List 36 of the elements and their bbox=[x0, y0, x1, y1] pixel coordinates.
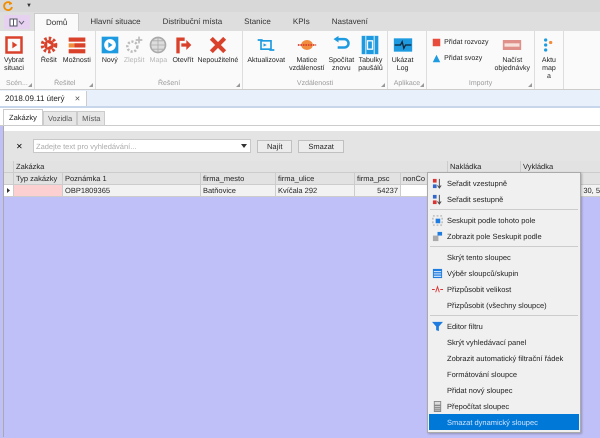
play-icon bbox=[100, 35, 120, 55]
best-fit-icon bbox=[432, 284, 442, 294]
group-panel-icon bbox=[432, 230, 442, 242]
dialog-launcher-icon[interactable] bbox=[28, 83, 32, 87]
ribbon-tab[interactable]: KPIs bbox=[282, 13, 321, 31]
square-icon bbox=[432, 38, 442, 47]
row-indicator-icon bbox=[7, 188, 10, 193]
sort-descending-icon bbox=[432, 194, 442, 204]
dropdown-arrow-icon[interactable] bbox=[241, 144, 247, 148]
dialog-launcher-icon[interactable] bbox=[528, 83, 532, 87]
ribbon-tab[interactable]: Distribuční místa bbox=[152, 13, 234, 31]
gear-icon bbox=[124, 35, 144, 55]
triangle-icon bbox=[432, 54, 442, 63]
group-icon bbox=[432, 214, 442, 226]
close-search-button[interactable]: ✕ bbox=[12, 142, 27, 150]
bars-icon bbox=[66, 35, 87, 55]
play-icon bbox=[4, 35, 24, 55]
dialog-launcher-icon[interactable] bbox=[420, 83, 424, 87]
gear-icon bbox=[38, 35, 59, 55]
ribbon-tab[interactable]: Domů bbox=[34, 13, 80, 31]
calculator-icon bbox=[432, 400, 442, 412]
ribbon-tab[interactable]: Nastavení bbox=[320, 13, 379, 31]
dialog-launcher-icon[interactable] bbox=[380, 83, 385, 87]
ribbon-tab[interactable]: Hlavní situace bbox=[79, 13, 152, 31]
application-menu-button[interactable] bbox=[4, 15, 30, 29]
window-layout-icon bbox=[9, 18, 25, 26]
price-table-icon bbox=[360, 35, 380, 55]
sort-ascending-icon bbox=[432, 178, 442, 188]
cross-icon bbox=[208, 35, 228, 55]
globe-icon bbox=[148, 35, 168, 55]
filter-icon bbox=[432, 320, 442, 332]
dialog-launcher-icon[interactable] bbox=[236, 83, 240, 87]
dialog-launcher-icon[interactable] bbox=[88, 83, 93, 87]
ribbon-tab[interactable]: Stanice bbox=[233, 13, 282, 31]
refresh-icon[interactable] bbox=[2, 0, 14, 12]
column-list-icon bbox=[432, 268, 442, 278]
